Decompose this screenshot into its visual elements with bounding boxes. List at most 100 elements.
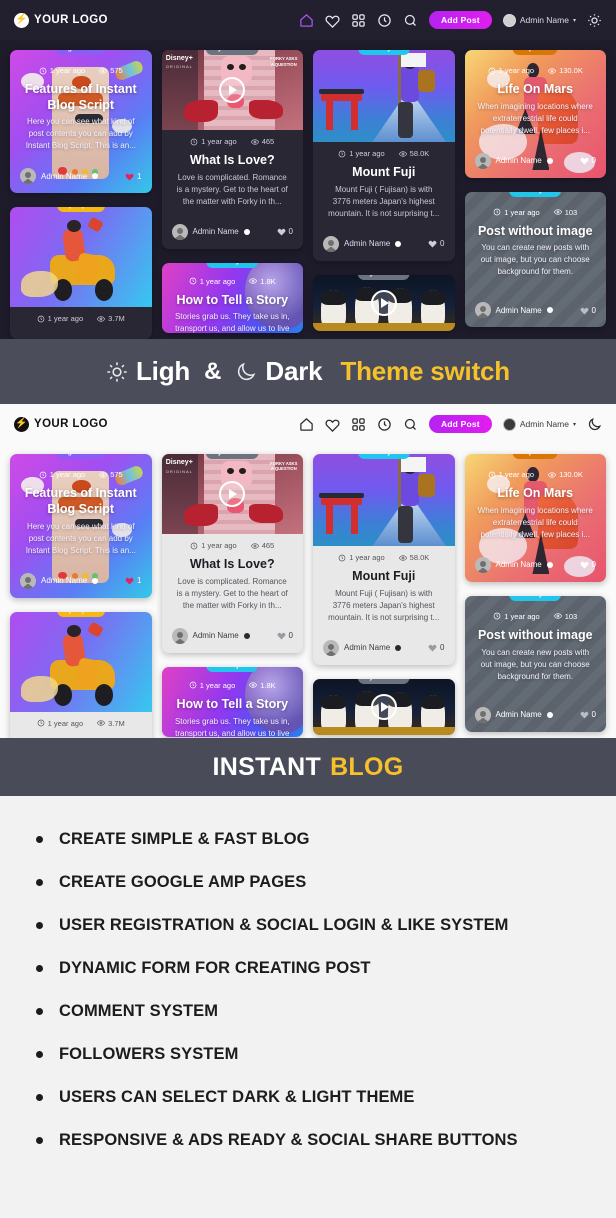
post-author[interactable]: Admin Name (171, 223, 250, 240)
post-thumbnail (313, 50, 455, 142)
play-button[interactable] (370, 693, 397, 720)
logo-dark[interactable]: ⚡ YOUR LOGO (14, 12, 108, 28)
post-card-features-light[interactable]: general 1 year ago 575 (10, 454, 152, 598)
post-tag[interactable]: general (55, 50, 106, 55)
post-likes[interactable]: 1 (125, 172, 142, 181)
post-likes[interactable]: 0 (428, 643, 445, 652)
post-tag[interactable]: youtube (357, 274, 411, 280)
post-title[interactable]: Post without image (465, 219, 607, 243)
clock-icon[interactable] (377, 13, 392, 28)
post-title[interactable]: Life On Mars (465, 481, 607, 505)
post-time-label: 1 year ago (49, 470, 86, 480)
post-tag[interactable]: space (512, 50, 558, 55)
post-card-penguins[interactable]: youtube (313, 274, 455, 331)
heart-icon (428, 645, 437, 652)
post-tag[interactable]: lifestyle (357, 50, 410, 55)
post-likes[interactable]: 0 (277, 227, 293, 236)
post-time: 1 year ago (338, 553, 385, 562)
post-author[interactable]: Admin Name (474, 152, 553, 169)
post-title[interactable]: How to Tell a Story (162, 288, 304, 312)
post-title[interactable]: Features of Instant Blog Script (10, 481, 152, 520)
post-tag[interactable]: people (56, 207, 105, 213)
post-card-life-on-mars-light[interactable]: space 1 year ago 130.0K Life On Mars Whe (464, 454, 607, 582)
post-card-scooter[interactable]: people 1 year ago 3.7M (10, 207, 152, 340)
avatar (20, 168, 36, 185)
post-card-scooter-light[interactable]: people 1 year ago 3.7M (10, 611, 152, 739)
post-card-what-is-love[interactable]: youtube Disney+ ORIGINAL FORKY ASKS A QU… (161, 50, 304, 249)
user-menu-light[interactable]: Admin Name ▾ (502, 417, 576, 431)
post-author[interactable]: Admin Name (323, 235, 402, 252)
post-views-label: 103 (564, 611, 578, 621)
post-tag[interactable]: youtube (205, 50, 259, 55)
search-icon[interactable] (403, 417, 418, 432)
grid-icon[interactable] (351, 417, 366, 432)
home-icon[interactable] (299, 417, 314, 432)
post-author[interactable]: Admin Name (474, 706, 553, 723)
post-title[interactable]: Mount Fuji (313, 160, 455, 184)
post-likes[interactable]: 0 (580, 156, 596, 165)
post-tag[interactable]: people (56, 611, 105, 617)
post-card-penguins-light[interactable]: youtube (313, 678, 455, 735)
post-card-life-on-mars[interactable]: space 1 year ago 130.0K Life On Mars Whe (464, 50, 607, 178)
post-title[interactable]: What Is Love? (162, 552, 304, 576)
post-tag[interactable]: lifestyle (206, 666, 259, 672)
post-likes[interactable]: 0 (580, 306, 596, 315)
post-card-mount-fuji[interactable]: lifestyle 1 (313, 50, 455, 261)
clock-icon (488, 471, 495, 479)
post-tag[interactable]: general (55, 454, 106, 460)
post-tag[interactable]: lifestyle (206, 262, 259, 268)
post-tag[interactable]: youtube (357, 678, 411, 684)
post-author[interactable]: Admin Name (323, 639, 402, 656)
board-column-1-light: general 1 year ago 575 (10, 454, 152, 739)
post-author[interactable]: Admin Name (20, 572, 99, 589)
post-title[interactable]: Life On Mars (465, 77, 607, 101)
sun-icon[interactable] (587, 13, 602, 28)
play-button[interactable] (370, 289, 397, 316)
post-title[interactable]: Mount Fuji (313, 564, 455, 588)
logo-light[interactable]: ⚡ YOUR LOGO (14, 416, 108, 432)
post-views-label: 465 (261, 137, 275, 146)
bullet-icon (36, 1137, 43, 1145)
post-tag[interactable]: lifestyle (509, 191, 562, 197)
post-tag[interactable]: lifestyle (509, 595, 562, 601)
post-author[interactable]: Admin Name (474, 556, 553, 573)
heart-icon[interactable] (325, 13, 340, 28)
post-title[interactable]: How to Tell a Story (162, 692, 304, 716)
add-post-button[interactable]: Add Post (428, 415, 492, 434)
grid-icon[interactable] (351, 13, 366, 28)
user-menu-dark[interactable]: Admin Name ▾ (502, 13, 576, 27)
search-icon[interactable] (403, 13, 418, 28)
post-card-what-is-love-light[interactable]: youtube Disney+ ORIGINAL FORKY ASKS A QU… (161, 454, 304, 653)
post-footer: Admin Name 0 (465, 693, 607, 732)
post-likes[interactable]: 0 (580, 710, 596, 719)
post-likes[interactable]: 0 (277, 631, 293, 640)
post-likes[interactable]: 0 (428, 239, 445, 248)
home-icon[interactable] (299, 13, 314, 28)
post-title[interactable]: What Is Love? (162, 148, 304, 172)
post-excerpt: Mount Fuji ( Fujisan) is with 3776 meter… (328, 588, 440, 622)
post-card-how-to-tell-story[interactable]: lifestyle 1 year ago 1.8K How to Tell a … (161, 262, 304, 333)
clock-icon[interactable] (377, 417, 392, 432)
post-views: 575 (99, 470, 123, 479)
post-author[interactable]: Admin Name (171, 627, 250, 644)
play-button[interactable] (219, 481, 246, 508)
post-tag[interactable]: youtube (205, 454, 259, 460)
post-title[interactable]: Post without image (465, 623, 607, 647)
post-card-how-to-tell-story-light[interactable]: lifestyle 1 year ago 1.8K How to Tell a … (161, 666, 304, 737)
post-author[interactable]: Admin Name (20, 168, 99, 185)
play-button[interactable] (219, 77, 246, 103)
post-title[interactable]: Features of Instant Blog Script (10, 77, 152, 116)
verified-icon (395, 644, 402, 651)
post-card-no-image-light[interactable]: lifestyle 1 year ago 103 Post without im… (464, 595, 607, 732)
post-likes[interactable]: 0 (580, 560, 596, 569)
post-tag[interactable]: lifestyle (357, 454, 410, 460)
post-card-no-image[interactable]: lifestyle 1 year ago 103 Post without im… (464, 191, 607, 328)
post-tag[interactable]: space (512, 454, 558, 460)
post-author[interactable]: Admin Name (474, 302, 553, 319)
post-likes[interactable]: 1 (125, 576, 142, 585)
post-card-features[interactable]: general 1 year ago 575 (10, 50, 152, 194)
moon-icon[interactable] (587, 417, 602, 432)
post-card-mount-fuji-light[interactable]: lifestyle 1 (313, 454, 455, 665)
add-post-button[interactable]: Add Post (428, 11, 492, 29)
heart-icon[interactable] (325, 417, 340, 432)
